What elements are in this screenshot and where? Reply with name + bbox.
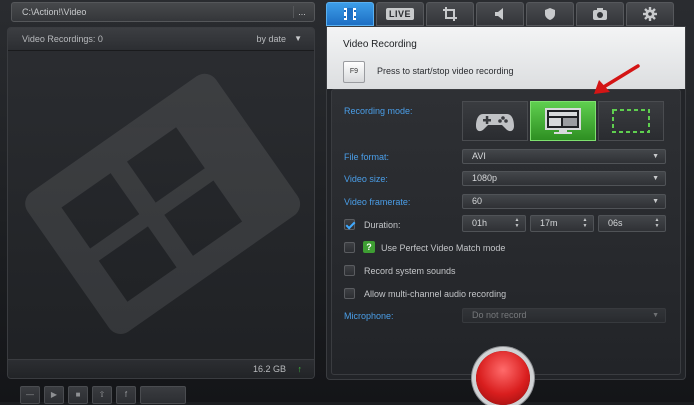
folder-icon[interactable]: ■ xyxy=(68,386,88,404)
save-path-text: C:\Action!\Video xyxy=(22,7,87,17)
file-format-select[interactable]: AVI ▼ xyxy=(462,149,666,164)
region-icon xyxy=(612,109,650,133)
chevron-down-icon: ▼ xyxy=(652,175,659,182)
tab-audio[interactable] xyxy=(476,2,524,26)
tab-live[interactable]: LIVE xyxy=(376,2,424,26)
framerate-label: Video framerate: xyxy=(344,197,411,207)
duration-seconds-stepper[interactable]: 06s ▲ ▼ xyxy=(598,215,666,232)
tab-hardware[interactable] xyxy=(526,2,574,26)
export-button[interactable] xyxy=(140,386,186,404)
video-size-value: 1080p xyxy=(472,173,498,183)
hotkey-hint: Press to start/stop video recording xyxy=(377,66,514,76)
chevron-down-icon: ▼ xyxy=(652,198,659,205)
mode-region-button[interactable] xyxy=(598,101,664,141)
chevron-down-icon: ▼ xyxy=(652,312,659,319)
recording-settings: Recording mode: File format: AVI ▼ Video… xyxy=(331,89,681,375)
logo-watermark-icon xyxy=(25,73,301,334)
recordings-list-footer: 16.2 GB ↑ xyxy=(8,359,314,378)
tab-screenshot[interactable] xyxy=(426,2,474,26)
microphone-value: Do not record xyxy=(472,310,527,320)
share-icon[interactable]: f xyxy=(116,386,136,404)
recordings-list-panel: Video Recordings: 0 by date ▼ 16.2 GB ↑ xyxy=(7,27,315,379)
duration-hours-stepper[interactable]: 01h ▲ ▼ xyxy=(462,215,526,232)
perfect-match-checkbox[interactable] xyxy=(344,242,355,253)
framerate-value: 60 xyxy=(472,196,483,206)
tab-webcam[interactable] xyxy=(576,2,624,26)
hotkey-button[interactable]: F9 xyxy=(343,61,365,83)
live-icon: LIVE xyxy=(385,8,414,20)
stepper-arrows-icon[interactable]: ▲ ▼ xyxy=(581,217,589,229)
play-icon[interactable]: ▶ xyxy=(44,386,64,404)
file-format-value: AVI xyxy=(472,151,486,161)
system-sounds-label: Record system sounds xyxy=(364,266,456,276)
recordings-list-header: Video Recordings: 0 by date ▼ xyxy=(8,28,314,51)
video-size-label: Video size: xyxy=(344,174,388,184)
sort-order-label[interactable]: by date xyxy=(256,28,286,50)
crop-icon xyxy=(443,7,457,21)
gear-icon xyxy=(643,7,657,21)
record-button[interactable] xyxy=(476,351,530,405)
remove-icon[interactable]: — xyxy=(20,386,40,404)
tab-settings[interactable] xyxy=(626,2,674,26)
camera-icon xyxy=(593,8,607,20)
browse-path-button[interactable]: ... xyxy=(293,6,310,18)
upload-arrow-icon[interactable]: ↑ xyxy=(298,360,303,378)
save-path-bar[interactable]: C:\Action!\Video ... xyxy=(11,2,315,22)
microphone-label: Microphone: xyxy=(344,311,394,321)
help-icon[interactable]: ? xyxy=(363,241,375,253)
recording-mode-label: Recording mode: xyxy=(344,106,413,116)
chevron-down-icon: ▼ xyxy=(652,153,659,160)
stepper-arrows-icon[interactable]: ▲ ▼ xyxy=(513,217,521,229)
gamepad-icon xyxy=(476,114,514,132)
duration-checkbox[interactable] xyxy=(344,219,355,230)
duration-label: Duration: xyxy=(364,220,401,230)
video-size-select[interactable]: 1080p ▼ xyxy=(462,171,666,186)
perfect-match-label: Use Perfect Video Match mode xyxy=(381,243,506,253)
upload-icon[interactable]: ⇧ xyxy=(92,386,112,404)
desktop-icon xyxy=(545,108,581,134)
main-tabs: LIVE xyxy=(326,2,684,26)
duration-seconds-value: 06s xyxy=(608,218,623,228)
multichannel-checkbox[interactable] xyxy=(344,288,355,299)
film-icon xyxy=(344,8,356,20)
tab-video[interactable] xyxy=(326,2,374,26)
panel-title: Video Recording xyxy=(343,39,417,50)
sort-dropdown-icon[interactable]: ▼ xyxy=(294,28,302,50)
stepper-arrows-icon[interactable]: ▲ ▼ xyxy=(653,217,661,229)
free-space-label: 16.2 GB xyxy=(252,364,286,374)
framerate-select[interactable]: 60 ▼ xyxy=(462,194,666,209)
file-format-label: File format: xyxy=(344,152,390,162)
duration-minutes-value: 17m xyxy=(540,218,558,228)
annotation-arrow-icon xyxy=(594,64,640,94)
speaker-icon xyxy=(495,8,503,20)
mode-game-button[interactable] xyxy=(462,101,528,141)
shield-icon xyxy=(545,8,555,20)
system-sounds-checkbox[interactable] xyxy=(344,265,355,276)
duration-hours-value: 01h xyxy=(472,218,488,228)
microphone-select[interactable]: Do not record ▼ xyxy=(462,308,666,323)
mode-desktop-button[interactable] xyxy=(530,101,596,141)
recordings-count-label: Video Recordings: 0 xyxy=(22,34,103,44)
multichannel-label: Allow multi-channel audio recording xyxy=(364,289,507,299)
duration-minutes-stepper[interactable]: 17m ▲ ▼ xyxy=(530,215,594,232)
